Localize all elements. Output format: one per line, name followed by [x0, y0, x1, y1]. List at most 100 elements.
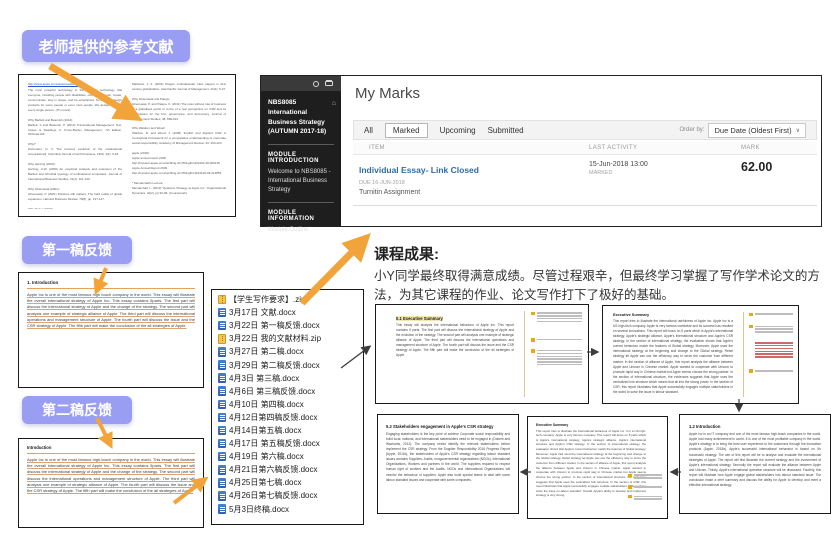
reference-link: http://www.apple.com/uk/accessibility/: [28, 82, 122, 86]
list-item[interactable]: 3月27日 第二稿.docx: [218, 345, 363, 358]
list-item[interactable]: 4月3日 第三稿.docx: [218, 372, 363, 385]
course-title: NBS8085 International Business Strategy …: [261, 91, 341, 137]
list-item[interactable]: 3月22日 第一稿反馈.docx: [218, 319, 363, 332]
file-name: 5月3日终稿.docx: [229, 504, 289, 515]
stakeholders-section-thumbnail: 5.2 Stakeholders engagement in Apple's C…: [377, 414, 519, 514]
file-name: 4月26日第七稿反馈.docx: [229, 490, 317, 501]
draft2-title: Introduction: [27, 445, 195, 450]
file-name: 3月17日 文献.docx: [229, 307, 296, 318]
comment-marker: [628, 494, 662, 501]
assignment-type: Turnitin Assignment: [359, 189, 589, 196]
column-mark: MARK: [741, 145, 817, 151]
comment-marker: [531, 338, 582, 342]
tab[interactable]: Upcoming: [440, 126, 476, 135]
sidebar-divider: [268, 202, 334, 203]
folder-icon[interactable]: [325, 81, 333, 87]
comment-icon: [531, 349, 535, 353]
comments-pane: [743, 312, 793, 397]
comment-marker: [531, 349, 582, 367]
file-icon: [218, 347, 226, 357]
page-title: My Marks: [355, 85, 420, 102]
list-item[interactable]: 4月25日第七稿.docx: [218, 476, 363, 489]
lms-main-area: My Marks All Marked Upcoming Submitted Orde…: [341, 76, 821, 226]
file-icon: [218, 308, 226, 318]
comment-icon: [749, 325, 753, 329]
draft1-document-thumbnail: 1. Introduction Apple Inc is one of the …: [18, 272, 204, 388]
file-icon: [218, 400, 226, 410]
order-by-value: Due Date (Oldest First): [714, 126, 791, 135]
list-item[interactable]: 4月6日 第三稿反馈.docx: [218, 385, 363, 398]
home-icon[interactable]: ⌂: [332, 99, 336, 110]
exec-summary-3-thumbnail: Executive Summary This report tries to i…: [527, 416, 668, 519]
label-second-draft-feedback: 第二稿反馈: [22, 396, 132, 424]
order-by-label: Order by:: [679, 127, 704, 133]
exec1-body: This essay will analysis the internation…: [396, 323, 514, 359]
sidebar-section-heading-information: MODULE INFORMATION: [261, 210, 341, 222]
file-icon: [218, 360, 226, 370]
file-name: 4月3日 第三稿.docx: [229, 373, 299, 384]
file-name: 4月14日第五稿.docx: [229, 425, 301, 436]
file-name: 3月22日 第一稿反馈.docx: [229, 320, 320, 331]
due-date: DUE 16-JUN-2018: [359, 180, 589, 186]
comment-marker: [628, 473, 662, 480]
comment-icon: [628, 474, 632, 478]
file-name: 4月10日 第四稿.docx: [229, 399, 304, 410]
file-icon: [218, 452, 226, 462]
sidebar-item-module-outline[interactable]: Module Outline: [261, 222, 341, 235]
list-item[interactable]: 3月17日 文献.docx: [218, 306, 363, 319]
order-by: Order by: Due Date (Oldest First) ∨: [679, 123, 806, 138]
list-item[interactable]: 3月29日 第二稿反馈.docx: [218, 358, 363, 371]
list-item[interactable]: 【学生写作要求】.zip: [218, 293, 363, 306]
file-name: 【学生写作要求】.zip: [229, 294, 305, 305]
column-item: ITEM: [353, 145, 589, 151]
list-item[interactable]: 4月17日 第五稿反馈.docx: [218, 437, 363, 450]
last-activity-date: 15-Jun-2018 13:00: [589, 161, 741, 168]
list-item[interactable]: 4月12日第四稿反馈.docx: [218, 411, 363, 424]
order-by-select[interactable]: Due Date (Oldest First) ∨: [708, 123, 806, 138]
list-item[interactable]: 4月19日 第六稿.docx: [218, 450, 363, 463]
list-item[interactable]: 4月14日第五稿.docx: [218, 424, 363, 437]
draft1-body: Apple Inc is one of the most famous high…: [27, 292, 195, 329]
file-icon: [218, 426, 226, 436]
comment-icon: [628, 495, 632, 499]
comment-icon: [749, 369, 753, 373]
tab[interactable]: All: [364, 126, 373, 135]
list-item[interactable]: 5月3日终稿.docx: [218, 503, 363, 516]
file-name: 4月17日 第五稿反馈.docx: [229, 438, 320, 449]
exec3-title: Executive Summary: [536, 423, 646, 427]
tracked-change-rule: [27, 288, 195, 289]
tab[interactable]: Marked: [385, 123, 428, 138]
column-last-activity: LAST ACTIVITY: [589, 145, 741, 151]
search-icon[interactable]: [313, 81, 319, 87]
sidebar-section-heading-introduction: MODULE INTRODUCTION: [261, 152, 341, 164]
file-name: 4月19日 第六稿.docx: [229, 451, 304, 462]
file-icon: [218, 386, 226, 396]
comment-marker: [749, 312, 793, 316]
mark-value: 62.00: [741, 160, 817, 196]
sidebar-item-welcome[interactable]: Welcome to NBS8085 - International Busin…: [261, 164, 341, 195]
tracked-change-rule: [27, 453, 195, 454]
file-name: 3月27日 第二稿.docx: [229, 346, 304, 357]
sidebar-divider: [268, 144, 334, 145]
file-name: 3月22日 我的文献材料.zip: [229, 333, 321, 344]
table-header: ITEM LAST ACTIVITY MARK: [353, 142, 817, 155]
assignment-link[interactable]: Individual Essay- Link Closed: [359, 165, 479, 175]
tab[interactable]: Submitted: [488, 126, 524, 135]
exec2-title: Executive Summary: [613, 313, 733, 317]
item-cell: Individual Essay- Link Closed DUE 16-JUN…: [353, 160, 589, 196]
file-icon: [218, 504, 226, 514]
list-item[interactable]: 4月26日第七稿反馈.docx: [218, 489, 363, 502]
list-item[interactable]: 4月21日第六稿反馈.docx: [218, 463, 363, 476]
status-badge: MARKED: [589, 170, 741, 176]
comment-marker-red: [749, 341, 793, 359]
file-icon: [218, 295, 226, 305]
tabs: All Marked Upcoming Submitted: [364, 123, 524, 138]
stakeholders-title: 5.2 Stakeholders engagement in Apple's C…: [386, 424, 510, 429]
comment-icon: [749, 313, 753, 317]
list-item[interactable]: 3月22日 我的文献材料.zip: [218, 332, 363, 345]
file-icon: [218, 334, 226, 344]
list-item[interactable]: 4月10日 第四稿.docx: [218, 398, 363, 411]
last-activity-cell: 15-Jun-2018 13:00 MARKED: [589, 160, 741, 196]
comment-marker: [628, 485, 662, 489]
file-icon: [218, 439, 226, 449]
